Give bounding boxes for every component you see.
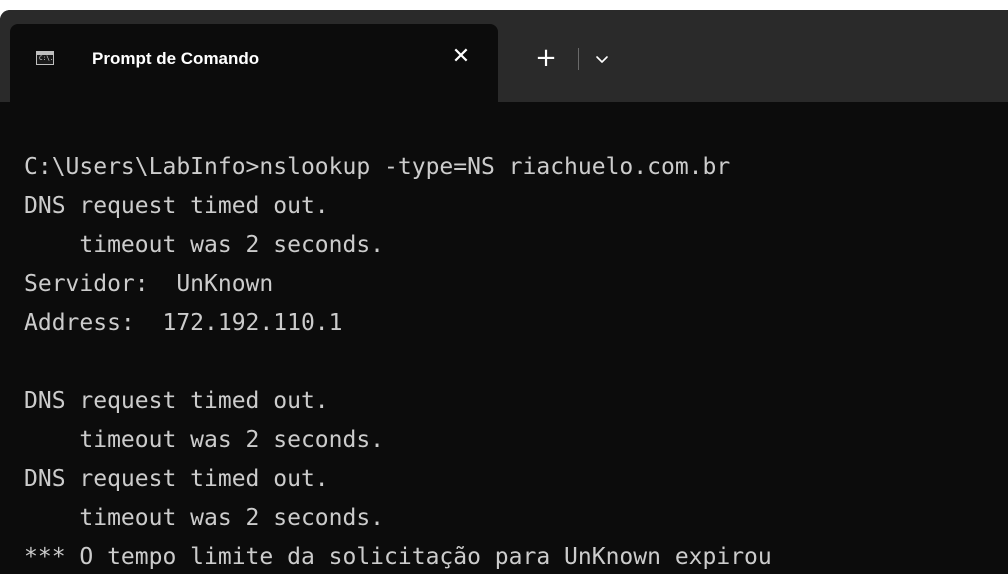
console-line: Servidor: UnKnown <box>24 271 274 297</box>
console-line: DNS request timed out. <box>24 466 329 492</box>
tab-separator <box>578 48 579 70</box>
tab-prompt-de-comando[interactable]: C:\. Prompt de Comando ✕ <box>10 24 498 102</box>
console-line: timeout was 2 seconds. <box>24 232 385 258</box>
console-output[interactable]: C:\Users\LabInfo>nslookup -type=NS riach… <box>0 102 1008 574</box>
console-line: DNS request timed out. <box>24 388 329 414</box>
console-line: DNS request timed out. <box>24 193 329 219</box>
console-line: timeout was 2 seconds. <box>24 427 385 453</box>
tab-title: Prompt de Comando <box>92 49 260 68</box>
console-line: *** O tempo limite da solicitação para U… <box>24 544 772 570</box>
console-line: timeout was 2 seconds. <box>24 505 385 531</box>
cmd-icon: C:\. <box>36 51 54 65</box>
terminal-window: C:\. Prompt de Comando ✕ + C:\Users\LabI… <box>0 10 1008 574</box>
chevron-down-icon[interactable] <box>588 44 616 74</box>
title-bar: C:\. Prompt de Comando ✕ + <box>0 10 1008 102</box>
console-line: Address: 172.192.110.1 <box>24 310 343 336</box>
close-tab-button[interactable]: ✕ <box>446 42 476 72</box>
new-tab-button[interactable]: + <box>530 43 562 75</box>
console-line: C:\Users\LabInfo>nslookup -type=NS riach… <box>24 154 731 180</box>
